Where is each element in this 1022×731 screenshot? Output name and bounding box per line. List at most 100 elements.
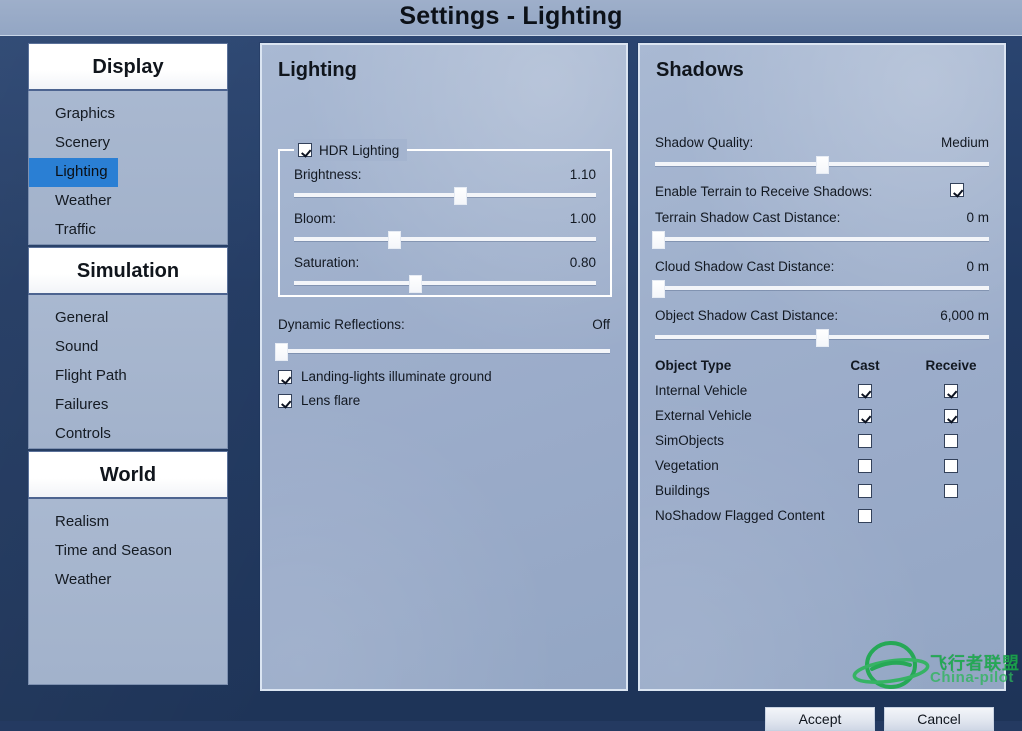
cast-cell: [835, 384, 895, 398]
hdr-saturation-row: Saturation: 0.80: [294, 255, 596, 275]
lighting-checkbox-row[interactable]: Lens flare: [278, 393, 360, 408]
cast-checkbox[interactable]: [858, 459, 872, 473]
checkbox-label: Landing-lights illuminate ground: [301, 369, 492, 384]
receive-checkbox[interactable]: [944, 484, 958, 498]
enable-terrain-receive-row[interactable]: Enable Terrain to Receive Shadows:: [655, 183, 989, 204]
object-type-label: SimObjects: [655, 433, 725, 448]
slider-thumb[interactable]: [816, 329, 829, 347]
enable-terrain-receive-checkbox[interactable]: [950, 183, 964, 197]
column-header: Receive: [925, 358, 977, 373]
sidebar-item-scenery[interactable]: Scenery: [29, 129, 227, 158]
sidebar-item-time-and-season[interactable]: Time and Season: [29, 537, 227, 566]
receive-cell: [921, 484, 981, 498]
sidebar-item-row: Realism: [29, 508, 227, 537]
shadow-dist-2-slider[interactable]: [655, 329, 989, 347]
column-header: Object Type: [655, 358, 732, 373]
cast-checkbox[interactable]: [858, 384, 872, 398]
slider-thumb[interactable]: [387, 231, 401, 249]
hdr-lighting-checkbox[interactable]: [298, 143, 312, 157]
sidebar-item-row: Flight Path: [29, 362, 227, 391]
sidebar-item-general[interactable]: General: [29, 304, 227, 333]
hdr-lighting-groupbox: HDR Lighting Brightness: 1.10 Bloom: 1.00 Sa…: [278, 139, 612, 299]
cast-checkbox[interactable]: [858, 509, 872, 523]
slider-track: [294, 193, 596, 197]
receive-checkbox[interactable]: [944, 434, 958, 448]
slider-thumb[interactable]: [454, 187, 468, 205]
sidebar-item-weather[interactable]: Weather: [29, 566, 227, 595]
slider-thumb[interactable]: [275, 343, 289, 361]
sidebar-item-realism[interactable]: Realism: [29, 508, 227, 537]
sidebar-item-row: Graphics: [29, 100, 227, 129]
slider-thumb[interactable]: [408, 275, 422, 293]
sidebar-item-row: Lighting: [29, 158, 227, 187]
shadow-quality-value: Medium: [940, 135, 989, 150]
hdr-bloom-label: Bloom:: [294, 211, 337, 226]
slider-thumb[interactable]: [652, 280, 666, 298]
hdr-saturation-slider[interactable]: [294, 275, 596, 293]
table-row: Buildings: [655, 481, 989, 506]
object-type-label: Buildings: [655, 483, 710, 498]
receive-checkbox[interactable]: [944, 409, 958, 423]
shadow-dist-2-label: Object Shadow Cast Distance:: [655, 308, 839, 323]
shadow-dist-0-block: Terrain Shadow Cast Distance: 0 m: [652, 210, 989, 259]
checkbox-label: Lens flare: [301, 393, 361, 408]
sidebar-item-graphics[interactable]: Graphics: [29, 100, 227, 129]
sidebar-item-row: Controls: [29, 420, 227, 449]
receive-checkbox[interactable]: [944, 384, 958, 398]
sidebar-item-traffic[interactable]: Traffic: [29, 216, 227, 245]
shadow-dist-1-slider[interactable]: [652, 280, 989, 298]
table-row: Internal Vehicle: [655, 381, 989, 406]
sidebar-item-weather[interactable]: Weather: [29, 187, 227, 216]
sidebar-item-row: Failures: [29, 391, 227, 420]
slider-thumb[interactable]: [816, 156, 829, 174]
sidebar-group-world: World Realism Time and Season Weather: [28, 451, 228, 685]
receive-checkbox[interactable]: [944, 459, 958, 473]
shadow-dist-0-row: Terrain Shadow Cast Distance: 0 m: [655, 210, 989, 230]
object-type-table-header: Object Type Cast Receive: [655, 356, 989, 381]
checkbox-landing-lights-illuminate-ground[interactable]: [278, 369, 292, 384]
sidebar-item-failures[interactable]: Failures: [29, 391, 227, 420]
sidebar-group-header-display: Display: [28, 43, 228, 91]
settings-window: Settings - Lighting Display Graphics Scene…: [0, 0, 1022, 731]
hdr-lighting-toggle[interactable]: HDR Lighting: [294, 139, 408, 161]
sidebar-item-row: Traffic: [29, 216, 227, 245]
table-row: Vegetation: [655, 456, 989, 481]
shadow-dist-0-slider[interactable]: [652, 231, 989, 249]
hdr-saturation-value: 0.80: [569, 255, 596, 270]
lighting-panel-title: Lighting: [278, 59, 357, 81]
shadow-distance-slider-list: Terrain Shadow Cast Distance: 0 m Cloud Sh…: [652, 210, 989, 357]
shadows-panel: Shadows Shadow Quality: Medium Enable Te…: [638, 43, 1006, 691]
accept-button[interactable]: Accept: [765, 707, 875, 731]
sidebar-item-controls[interactable]: Controls: [29, 420, 227, 449]
sidebar-group-display: Display Graphics Scenery Lighting Weather Tra…: [28, 43, 228, 245]
checkbox-lens-flare[interactable]: [278, 393, 292, 408]
sidebar-item-sound[interactable]: Sound: [29, 333, 227, 362]
shadow-dist-1-block: Cloud Shadow Cast Distance: 0 m: [652, 259, 989, 308]
shadow-quality-label: Shadow Quality:: [655, 135, 754, 150]
object-type-label: External Vehicle: [655, 408, 752, 423]
lighting-checkbox-row[interactable]: Landing-lights illuminate ground: [278, 369, 492, 384]
cast-checkbox[interactable]: [858, 434, 872, 448]
cast-cell: [835, 434, 895, 448]
slider-thumb[interactable]: [652, 231, 666, 249]
sidebar-item-row: Weather: [29, 187, 227, 216]
hdr-slider-list: Brightness: 1.10 Bloom: 1.00 Saturation: 0.80: [294, 167, 596, 299]
cast-checkbox[interactable]: [858, 409, 872, 423]
hdr-bloom-slider[interactable]: [294, 231, 596, 249]
receive-cell: [921, 434, 981, 448]
shadow-dist-2-row: Object Shadow Cast Distance: 6,000 m: [655, 308, 989, 328]
hdr-brightness-slider[interactable]: [294, 187, 596, 205]
sidebar-item-row: Sound: [29, 333, 227, 362]
sidebar-item-row: General: [29, 304, 227, 333]
object-type-label: Internal Vehicle: [655, 383, 748, 398]
sidebar-group-list: Realism Time and Season Weather: [28, 499, 228, 685]
cast-checkbox[interactable]: [858, 484, 872, 498]
sidebar-item-row: Time and Season: [29, 537, 227, 566]
cast-cell: [835, 484, 895, 498]
sidebar-item-lighting[interactable]: Lighting: [29, 158, 118, 187]
dynamic-reflections-slider[interactable]: [275, 343, 610, 361]
hdr-bloom-row: Bloom: 1.00: [294, 211, 596, 231]
sidebar-item-flight-path[interactable]: Flight Path: [29, 362, 227, 391]
cancel-button[interactable]: Cancel: [884, 707, 994, 731]
shadow-quality-slider[interactable]: [655, 156, 989, 174]
